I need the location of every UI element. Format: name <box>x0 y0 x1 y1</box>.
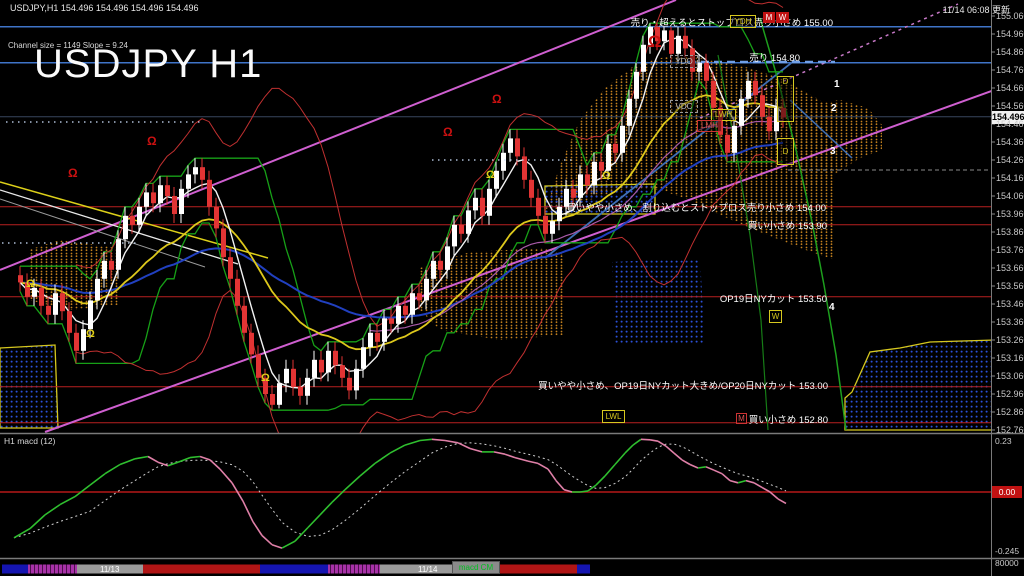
level-tag-m: M <box>763 12 775 23</box>
level-tag-d: D <box>777 76 794 122</box>
timeline-date-label: 11/13 <box>100 565 119 574</box>
level-tag-d: D <box>777 138 794 165</box>
timeline-date-label: 11/14 <box>418 565 437 574</box>
omega-signal-marker: Ω <box>602 171 611 182</box>
price-axis-label: 154.960 <box>996 29 1024 39</box>
price-axis-label: 153.860 <box>996 227 1024 237</box>
price-axis-label: 154.560 <box>996 101 1024 111</box>
price-axis-label: 153.660 <box>996 263 1024 273</box>
price-axis-label: 153.060 <box>996 371 1024 381</box>
price-axis-label: 154.460 <box>996 119 1024 129</box>
macd-scale-max: 0.23 <box>995 436 1012 446</box>
level-tag-m: M <box>736 413 747 424</box>
trade-note-annotation: OP19日NYカット 153.50 <box>720 291 827 305</box>
trade-note-annotation: 買い小さめ 153.90 <box>748 218 827 232</box>
macd-scale-min: -0.245 <box>995 546 1019 556</box>
wave-count-label: 1 <box>834 79 840 90</box>
price-axis-label: 153.460 <box>996 299 1024 309</box>
price-axis-label: 153.260 <box>996 335 1024 345</box>
price-axis-label: 153.360 <box>996 317 1024 327</box>
price-axis-label: 154.860 <box>996 47 1024 57</box>
symbol-ohlc-header: USDJPY,H1 154.496 154.496 154.496 154.49… <box>10 3 199 13</box>
level-tag-ydo: YDO <box>670 55 698 68</box>
wave-count-label: 4 <box>829 302 835 313</box>
price-axis-label: 154.660 <box>996 83 1024 93</box>
price-axis-label: 153.760 <box>996 245 1024 255</box>
level-tag-ydh: YDH <box>730 15 756 28</box>
price-axis-label: 152.860 <box>996 407 1024 417</box>
omega-signal-marker: Ω <box>492 93 502 105</box>
omega-signal-marker: Ω <box>648 33 662 50</box>
trade-note-annotation: 買い小さめ 152.80 <box>749 412 828 426</box>
omega-signal-marker: Ω <box>443 126 453 138</box>
trading-chart-window: USDJPY,H1 154.496 154.496 154.496 154.49… <box>0 0 1024 576</box>
price-axis-label: 155.060 <box>996 11 1024 21</box>
price-axis-label: 153.960 <box>996 209 1024 219</box>
price-axis-label: 152.760 <box>996 425 1024 435</box>
omega-signal-marker: Ω <box>261 373 270 384</box>
level-tag-lwl: LWL <box>602 410 625 423</box>
price-axis-label: 154.260 <box>996 155 1024 165</box>
omega-signal-marker: Ω <box>486 170 495 181</box>
level-tag-lmh: LMH <box>697 120 722 132</box>
trade-note-annotation: 買いやや小さめ、OP19日NYカット大きめ/OP20日NYカット 153.00 <box>538 378 828 392</box>
price-axis-label: 153.160 <box>996 353 1024 363</box>
trade-note-annotation: 売り 154.80 <box>749 50 800 64</box>
volume-scale-label: 80000 <box>995 558 1019 568</box>
indicator-badge: macd CM <box>452 561 500 574</box>
price-axis-label: 154.760 <box>996 65 1024 75</box>
level-tag-w: W <box>769 310 782 323</box>
price-axis-label: 152.960 <box>996 389 1024 399</box>
trade-note-annotation: 買いやや小さめ、割り込むとストップロス売り小さめ 154.00 <box>566 200 826 214</box>
price-axis-label: 153.560 <box>996 281 1024 291</box>
omega-signal-marker: Ω <box>147 135 157 147</box>
omega-signal-marker: Ω <box>26 279 35 290</box>
price-axis-label: 154.060 <box>996 191 1024 201</box>
level-tag-w: W <box>776 12 789 23</box>
symbol-watermark: USDJPY H1 <box>34 42 262 87</box>
indicator-label: H1 macd (12) <box>4 436 56 446</box>
wave-count-label: 2 <box>831 103 837 114</box>
wave-count-label: 3 <box>830 146 836 157</box>
level-tag-vdc: VDC <box>670 100 698 113</box>
omega-signal-marker: Ω <box>68 167 78 179</box>
omega-signal-marker: Ω <box>86 329 95 340</box>
price-axis-label: 154.360 <box>996 137 1024 147</box>
price-axis-label: 154.160 <box>996 173 1024 183</box>
macd-zero-value-box: 0.00 <box>992 486 1022 498</box>
